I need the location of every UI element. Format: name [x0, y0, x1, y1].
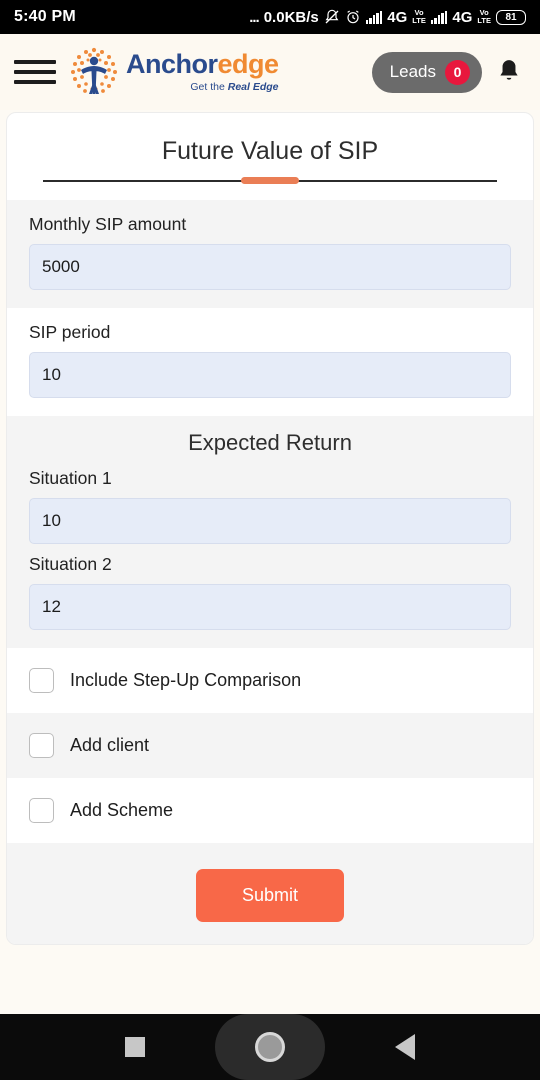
android-nav-bar: [0, 1014, 540, 1080]
situation2-label: Situation 2: [29, 554, 112, 574]
submit-section: Submit: [7, 843, 533, 944]
phone-screen: 5:40 PM ... 0.0KB/s 4G Vo LTE 4G Vo LTE 81: [0, 0, 540, 1080]
bell-slash-icon: [324, 9, 340, 25]
situation1-input[interactable]: [29, 498, 511, 544]
sim1-signal-icon: [365, 10, 383, 24]
checkbox-row-add-client[interactable]: Add client: [7, 713, 533, 778]
brand-tagline: Get the Real Edge: [126, 81, 279, 94]
notification-bell-icon[interactable]: [492, 58, 526, 86]
tagline-strong: Real Edge: [227, 81, 279, 94]
checkbox-step-up[interactable]: [29, 668, 54, 693]
leads-count-badge: 0: [445, 59, 470, 85]
status-icons: ... 0.0KB/s 4G Vo LTE 4G Vo LTE 81: [249, 9, 526, 26]
leads-button[interactable]: Leads 0: [371, 51, 482, 93]
sim1-generation: 4G: [387, 8, 408, 26]
divider-accent: [241, 177, 299, 184]
status-time: 5:40 PM: [14, 8, 76, 25]
monthly-sip-section: Monthly SIP amount: [7, 200, 533, 308]
sip-period-section: SIP period: [7, 308, 533, 416]
tagline-prefix: Get the: [190, 81, 228, 94]
monthly-sip-input[interactable]: [29, 244, 511, 290]
sim2-signal-icon: [430, 10, 448, 24]
sim2-volte-icon: Vo LTE: [477, 8, 491, 25]
status-dots: ...: [249, 8, 259, 26]
network-speed: 0.0KB/s: [263, 8, 319, 26]
triangle-back-icon[interactable]: [395, 1034, 415, 1060]
anchoredge-logo-icon: [66, 44, 122, 100]
checkbox-add-scheme[interactable]: [29, 798, 54, 823]
circle-home-icon[interactable]: [255, 1032, 285, 1062]
nav-buttons: [125, 1032, 415, 1062]
alarm-clock-icon: [345, 9, 361, 25]
checkbox-label-add-scheme: Add Scheme: [70, 800, 174, 820]
checkbox-row-step-up[interactable]: Include Step-Up Comparison: [7, 648, 533, 713]
checkbox-label-add-client: Add client: [70, 735, 150, 755]
expected-return-section: Expected Return Situation 1 Situation 2: [7, 416, 533, 648]
sim1-volte-icon: Vo LTE: [412, 8, 426, 25]
sim2-generation: 4G: [452, 8, 473, 26]
hamburger-menu-icon[interactable]: [14, 60, 56, 84]
sip-form-card: Future Value of SIP Monthly SIP amount S…: [6, 112, 534, 945]
submit-button[interactable]: Submit: [195, 869, 345, 922]
page-title: Future Value of SIP: [161, 137, 379, 165]
sip-period-label: SIP period: [29, 322, 111, 342]
brand-name-first: Anchor: [126, 49, 218, 80]
battery-indicator: 81: [496, 9, 526, 25]
status-bar: 5:40 PM ... 0.0KB/s 4G Vo LTE 4G Vo LTE 81: [0, 0, 540, 34]
square-recents-icon[interactable]: [125, 1037, 145, 1057]
situation1-label: Situation 1: [29, 468, 112, 488]
leads-label: Leads: [389, 62, 436, 81]
sip-period-input[interactable]: [29, 352, 511, 398]
title-divider: [31, 176, 509, 186]
checkbox-label-step-up: Include Step-Up Comparison: [70, 670, 302, 690]
expected-return-heading: Expected Return: [188, 430, 352, 455]
situation2-input[interactable]: [29, 584, 511, 630]
app-header: Anchoredge Get the Real Edge Leads 0: [0, 34, 540, 110]
checkbox-add-client[interactable]: [29, 733, 54, 758]
brand-logo[interactable]: Anchoredge Get the Real Edge: [66, 44, 362, 100]
brand-text: Anchoredge Get the Real Edge: [126, 51, 279, 93]
monthly-sip-label: Monthly SIP amount: [29, 214, 187, 234]
checkbox-row-add-scheme[interactable]: Add Scheme: [7, 778, 533, 843]
brand-name-second: edge: [217, 49, 280, 80]
